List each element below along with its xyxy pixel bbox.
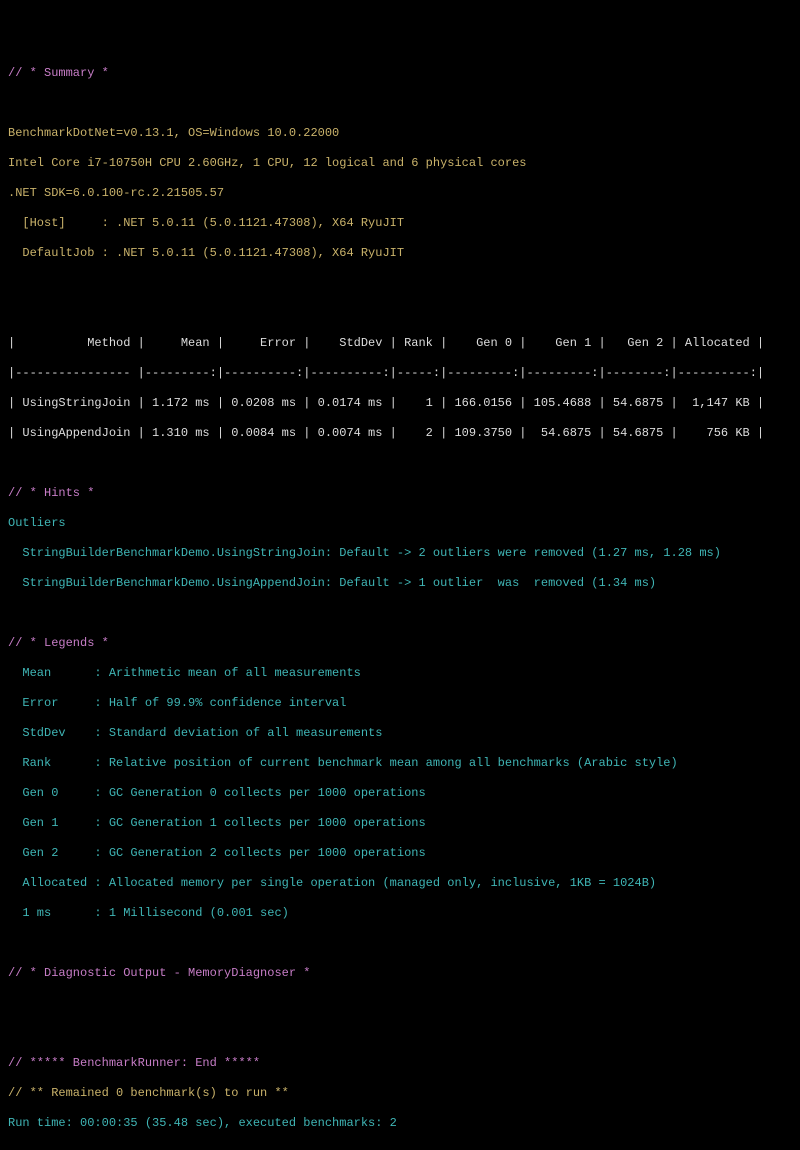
results-table-header: | Method | Mean | Error | StdDev | Rank … bbox=[8, 336, 792, 351]
blank-line bbox=[8, 456, 792, 471]
blank-line bbox=[8, 1026, 792, 1041]
blank-line bbox=[8, 936, 792, 951]
summary-header: // * Summary * bbox=[8, 66, 792, 81]
legend-line-error: Error : Half of 99.9% confidence interva… bbox=[8, 696, 792, 711]
results-table-row: | UsingAppendJoin | 1.310 ms | 0.0084 ms… bbox=[8, 426, 792, 441]
outlier-line: StringBuilderBenchmarkDemo.UsingStringJo… bbox=[8, 546, 792, 561]
blank-line bbox=[8, 1146, 792, 1150]
blank-line bbox=[8, 96, 792, 111]
legend-line-mean: Mean : Arithmetic mean of all measuremen… bbox=[8, 666, 792, 681]
env-line-1: BenchmarkDotNet=v0.13.1, OS=Windows 10.0… bbox=[8, 126, 792, 141]
blank-line bbox=[8, 306, 792, 321]
blank-line bbox=[8, 276, 792, 291]
env-line-2: Intel Core i7-10750H CPU 2.60GHz, 1 CPU,… bbox=[8, 156, 792, 171]
legend-line-allocated: Allocated : Allocated memory per single … bbox=[8, 876, 792, 891]
results-table-separator: |---------------- |---------:|----------… bbox=[8, 366, 792, 381]
run-time-line: Run time: 00:00:35 (35.48 sec), executed… bbox=[8, 1116, 792, 1131]
results-table-row: | UsingStringJoin | 1.172 ms | 0.0208 ms… bbox=[8, 396, 792, 411]
legend-line-1ms: 1 ms : 1 Millisecond (0.001 sec) bbox=[8, 906, 792, 921]
blank-line bbox=[8, 996, 792, 1011]
diagnostic-header: // * Diagnostic Output - MemoryDiagnoser… bbox=[8, 966, 792, 981]
legend-line-rank: Rank : Relative position of current benc… bbox=[8, 756, 792, 771]
legend-line-stddev: StdDev : Standard deviation of all measu… bbox=[8, 726, 792, 741]
env-line-4: [Host] : .NET 5.0.11 (5.0.1121.47308), X… bbox=[8, 216, 792, 231]
outlier-line: StringBuilderBenchmarkDemo.UsingAppendJo… bbox=[8, 576, 792, 591]
hints-header: // * Hints * bbox=[8, 486, 792, 501]
legend-line-gen1: Gen 1 : GC Generation 1 collects per 100… bbox=[8, 816, 792, 831]
remained-line: // ** Remained 0 benchmark(s) to run ** bbox=[8, 1086, 792, 1101]
legend-line-gen0: Gen 0 : GC Generation 0 collects per 100… bbox=[8, 786, 792, 801]
env-line-5: DefaultJob : .NET 5.0.11 (5.0.1121.47308… bbox=[8, 246, 792, 261]
legends-header: // * Legends * bbox=[8, 636, 792, 651]
legend-line-gen2: Gen 2 : GC Generation 2 collects per 100… bbox=[8, 846, 792, 861]
outliers-label: Outliers bbox=[8, 516, 792, 531]
runner-end: // ***** BenchmarkRunner: End ***** bbox=[8, 1056, 792, 1071]
blank-line bbox=[8, 606, 792, 621]
env-line-3: .NET SDK=6.0.100-rc.2.21505.57 bbox=[8, 186, 792, 201]
